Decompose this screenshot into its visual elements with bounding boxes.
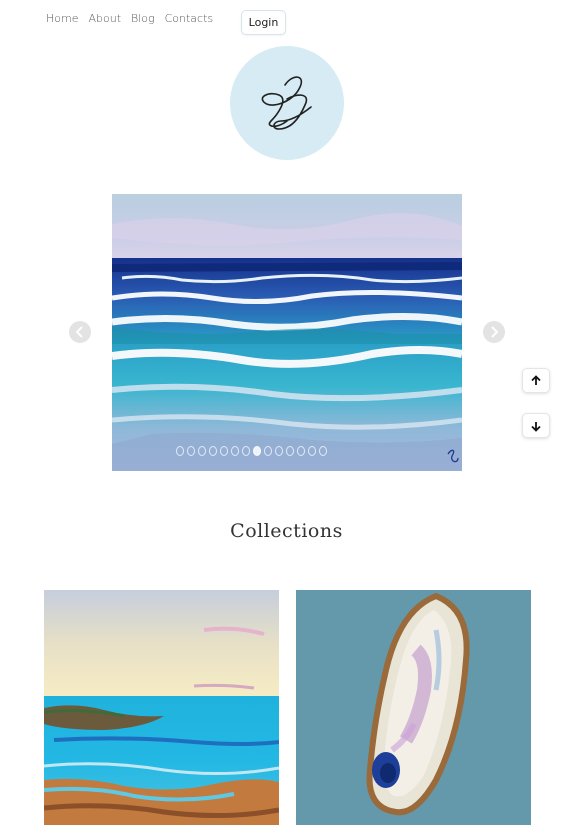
collection-card-oyster[interactable] [296,590,531,825]
nav-about-link[interactable]: About [88,12,121,25]
slide-seascape-painting [112,194,462,471]
slider-dot[interactable] [286,446,294,456]
slider-next-button[interactable] [483,321,505,343]
slider-dot[interactable] [176,446,184,456]
site-logo[interactable] [230,46,344,160]
nav-blog-link[interactable]: Blog [131,12,155,25]
nav-home-link[interactable]: Home [46,12,78,25]
main-nav: Home About Blog Contacts [46,12,213,25]
slider-dot[interactable] [220,446,228,456]
scroll-down-button[interactable] [522,413,550,438]
login-button[interactable]: Login [241,10,286,35]
slider-prev-button[interactable] [69,321,91,343]
collections-heading: Collections [230,520,343,542]
slider-pagination [176,446,327,456]
scroll-up-button[interactable] [522,368,550,393]
hero-slider[interactable] [112,194,462,471]
slider-dot[interactable] [231,446,239,456]
slider-dot[interactable] [264,446,272,456]
slider-dot[interactable] [209,446,217,456]
slider-dot[interactable] [319,446,327,456]
slider-dot[interactable] [242,446,250,456]
slider-dot[interactable] [187,446,195,456]
slider-dot[interactable] [275,446,283,456]
slider-dot[interactable] [253,446,261,456]
slider-dot[interactable] [198,446,206,456]
slider-dot[interactable] [308,446,316,456]
oyster-painting-thumbnail [296,590,531,825]
arrow-up-icon [531,374,541,385]
signature-monogram-icon [261,76,312,130]
chevron-left-icon [75,326,83,338]
coastal-painting-thumbnail [44,590,279,825]
arrow-down-icon [531,421,541,432]
slider-dot[interactable] [297,446,305,456]
collection-card-seascape[interactable] [44,590,279,825]
chevron-right-icon [491,326,499,338]
nav-contacts-link[interactable]: Contacts [165,12,214,25]
